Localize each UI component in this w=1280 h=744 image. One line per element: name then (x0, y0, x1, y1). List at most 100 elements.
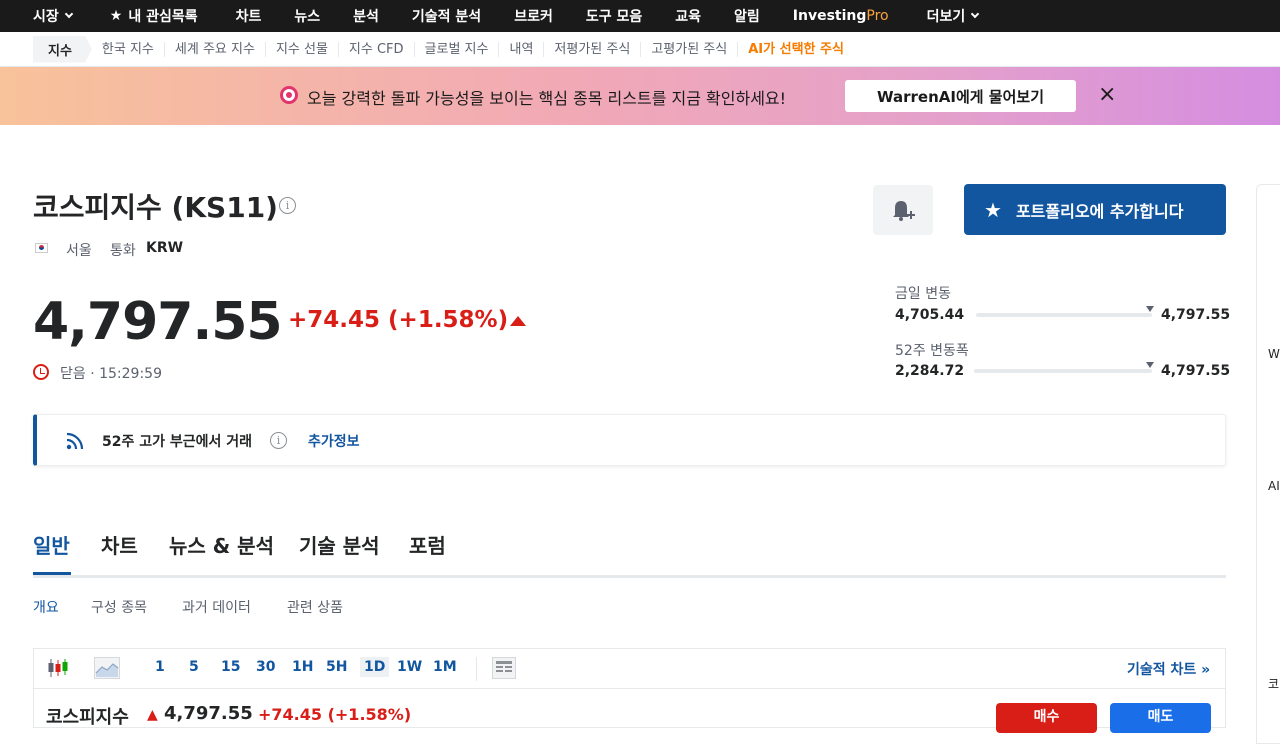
nav-markets[interactable]: 시장 (33, 6, 74, 26)
chevron-down-icon (970, 9, 980, 19)
side-panel-item: 코 (1268, 677, 1280, 691)
subnav-item[interactable]: 세계 주요 지수 (165, 41, 266, 57)
nav-analysis[interactable]: 분석 (353, 6, 379, 26)
info-icon[interactable]: i (270, 432, 287, 449)
day-range-marker (1146, 306, 1154, 312)
side-panel-item: AI (1268, 479, 1280, 493)
day-range-label: 금일 변동 (895, 286, 951, 302)
interval-1h[interactable]: 1H (292, 659, 313, 675)
week52-range-bar (974, 369, 1152, 373)
close-icon[interactable]: × (1098, 83, 1116, 107)
page-title: 코스피지수 (KS11) (33, 191, 278, 224)
subnav-item-ai[interactable]: AI가 선택한 주식 (738, 42, 854, 57)
subnav-item[interactable]: 글로벌 지수 (415, 41, 500, 57)
signal-icon (66, 432, 84, 450)
ask-warren-button[interactable]: WarrenAI에게 물어보기 (845, 80, 1076, 112)
subnav-item[interactable]: 한국 지수 (92, 41, 165, 57)
chart-change: +74.45 (+1.58%) (258, 705, 412, 724)
sell-button[interactable]: 매수 (996, 703, 1097, 733)
nav-markets-label: 시장 (33, 9, 59, 25)
market-status: 닫음 · 15:29:59 (60, 366, 162, 382)
side-panel: W AI 코 (1256, 184, 1280, 744)
area-chart-icon[interactable] (94, 657, 120, 679)
nav-brokers[interactable]: 브로커 (514, 6, 553, 26)
info-icon[interactable]: i (279, 197, 296, 214)
nav-investing-pro[interactable]: Investing Pro (793, 8, 889, 24)
alert-more-link[interactable]: 추가정보 (308, 431, 360, 451)
interval-15[interactable]: 15 (221, 659, 240, 675)
banner-message: 오늘 강력한 돌파 가능성을 보이는 핵심 종목 리스트를 지금 확인하세요! (307, 89, 787, 108)
tab-news-analysis[interactable]: 뉴스 & 분석 (169, 530, 274, 559)
subnav-item[interactable]: 고평가된 주식 (641, 41, 739, 57)
subtab-historical[interactable]: 과거 데이터 (182, 597, 251, 617)
day-high: 4,797.55 (1161, 307, 1231, 323)
main-tabs: 일반 차트 뉴스 & 분석 기술 분석 포럼 (33, 530, 1226, 578)
subnav-item[interactable]: 저평가된 주식 (544, 41, 642, 57)
chart-toolbar: 1 5 15 30 1H 5H 1D 1W 1M 기술적 차트 » (33, 648, 1226, 688)
nav-education[interactable]: 교육 (675, 6, 701, 26)
tab-forum[interactable]: 포럼 (409, 530, 446, 559)
candlestick-icon[interactable] (47, 658, 69, 678)
add-to-portfolio-button[interactable]: ★ 포트폴리오에 추가합니다 (964, 184, 1226, 235)
promo-banner: 오늘 강력한 돌파 가능성을 보이는 핵심 종목 리스트를 지금 확인하세요! … (0, 67, 1280, 125)
create-alert-button[interactable] (873, 185, 933, 235)
chevron-down-icon (64, 9, 74, 19)
technical-chart-link[interactable]: 기술적 차트 » (1127, 659, 1210, 679)
nav-more-label: 더보기 (926, 9, 966, 25)
up-arrow-icon (510, 316, 526, 326)
nav-more[interactable]: 더보기 (926, 6, 980, 26)
price-change: +74.45 (+1.58%) (288, 307, 509, 333)
chart-header: 코스피지수 ▲ 4,797.55 +74.45 (+1.58%) 매수 매도 (33, 688, 1226, 733)
week52-high: 4,797.55 (1161, 363, 1231, 379)
tab-technical[interactable]: 기술 분석 (299, 530, 380, 559)
exchange-name: 서울 (66, 243, 92, 259)
chart-price: 4,797.55 (164, 703, 253, 724)
nav-news[interactable]: 뉴스 (294, 6, 320, 26)
tab-general[interactable]: 일반 (33, 530, 70, 559)
toolbar-divider (476, 657, 477, 681)
pro-label-b: Pro (866, 8, 889, 24)
currency-label: 통화 (110, 243, 136, 259)
interval-30[interactable]: 30 (256, 659, 275, 675)
table-view-icon[interactable] (492, 657, 516, 679)
interval-5h[interactable]: 5H (326, 659, 347, 675)
nav-watchlist[interactable]: ★ 내 관심목록 (110, 6, 198, 26)
nav-technical[interactable]: 기술적 분석 (412, 6, 481, 26)
subtab-related[interactable]: 관련 상품 (287, 597, 343, 617)
nav-tools[interactable]: 도구 모음 (586, 6, 642, 26)
add-to-portfolio-label: 포트폴리오에 추가합니다 (1015, 201, 1184, 221)
subtab-overview[interactable]: 개요 (33, 597, 59, 617)
pro-label-a: Investing (792, 8, 867, 24)
week52-range-label: 52주 변동폭 (895, 343, 969, 359)
week52-range-marker (1146, 362, 1154, 368)
subnav-item[interactable]: 지수 CFD (339, 41, 415, 57)
korea-flag-icon (35, 243, 48, 253)
up-arrow-icon: ▲ (147, 707, 158, 723)
nav-alerts[interactable]: 알림 (734, 6, 760, 26)
chart-instrument-name: 코스피지수 (46, 707, 129, 728)
top-nav: 시장 ★ 내 관심목록 차트 뉴스 분석 기술적 분석 브로커 도구 모음 교육 … (0, 0, 1280, 32)
target-icon (280, 86, 298, 104)
subnav-item[interactable]: 내역 (499, 41, 545, 57)
subtab-components[interactable]: 구성 종목 (91, 597, 147, 617)
tab-chart[interactable]: 차트 (101, 530, 138, 559)
sub-nav: 지수 한국 지수 세계 주요 지수 지수 선물 지수 CFD 글로벌 지수 내역… (0, 32, 1280, 67)
subnav-indices[interactable]: 지수 (33, 35, 92, 63)
day-low: 4,705.44 (895, 307, 965, 323)
nav-charts[interactable]: 차트 (236, 6, 262, 26)
side-panel-item: W (1268, 347, 1280, 361)
alert-text: 52주 고가 부근에서 거래 (102, 434, 253, 450)
interval-1w[interactable]: 1W (397, 659, 422, 675)
clock-icon (33, 364, 49, 380)
star-icon: ★ (109, 8, 123, 24)
signal-alert: 52주 고가 부근에서 거래 i 추가정보 (33, 414, 1226, 466)
buy-button[interactable]: 매도 (1110, 703, 1211, 733)
interval-1d[interactable]: 1D (360, 657, 390, 677)
interval-1[interactable]: 1 (155, 659, 165, 675)
interval-5[interactable]: 5 (189, 659, 199, 675)
week52-low: 2,284.72 (895, 363, 965, 379)
subnav-item[interactable]: 지수 선물 (266, 41, 339, 57)
active-tab-indicator (33, 572, 71, 575)
interval-1m[interactable]: 1M (433, 659, 457, 675)
last-price: 4,797.55 (33, 292, 283, 352)
